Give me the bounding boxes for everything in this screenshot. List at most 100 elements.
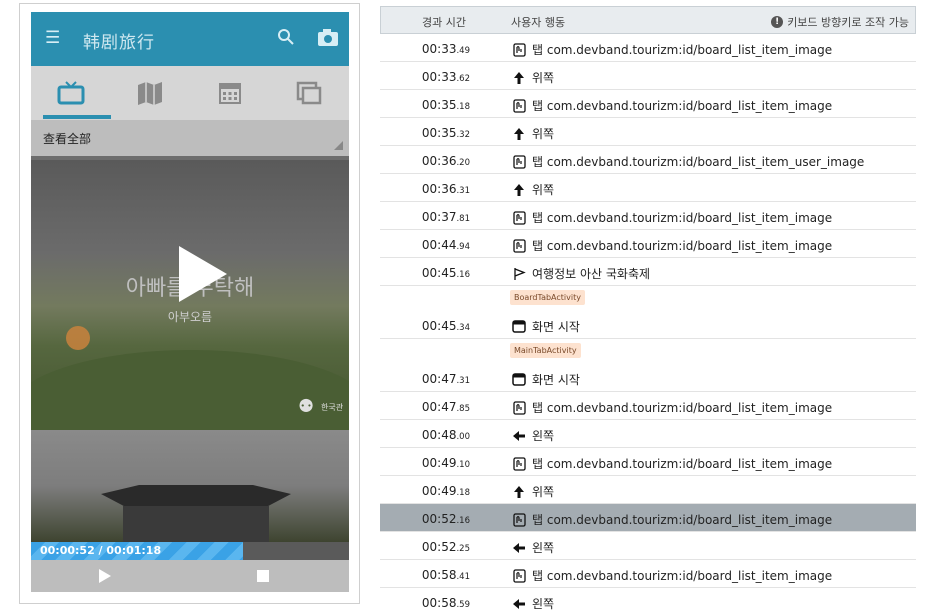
action-cell: 여행정보 아산 국화축제 [512,265,650,282]
travel-card[interactable] [31,430,349,546]
action-text: 위쪽 [532,127,555,141]
elapsed-time: 00:33.62 [380,70,470,84]
elapsed-time-seconds: 00:48 [421,428,457,442]
log-row[interactable]: 00:44.94 탭 com.devband.tourizm:id/board_l… [380,230,916,258]
action-cell: 왼쪽 [512,539,554,556]
tap-icon [512,238,526,253]
log-row[interactable]: 00:36.20 탭 com.devband.tourizm:id/board_l… [380,146,916,174]
tap-icon [512,400,526,415]
tap-icon [512,154,526,169]
action-text: 위쪽 [532,71,555,85]
log-row[interactable]: 00:37.81 탭 com.devband.tourizm:id/board_l… [380,202,916,230]
log-row[interactable]: 00:49.10 탭 com.devband.tourizm:id/board_l… [380,448,916,476]
stop-button[interactable] [257,570,269,582]
elapsed-time: 00:52.16 [380,512,470,526]
elapsed-time-seconds: 00:33 [421,42,457,56]
elapsed-time-fraction: .94 [456,242,470,252]
tourism-logo-icon: ⚉ [298,396,315,417]
tab-gallery[interactable] [270,66,350,120]
action-cell: 탭 com.devband.tourizm:id/board_list_item… [512,237,832,254]
log-row[interactable]: 00:58.41 탭 com.devband.tourizm:id/board_l… [380,560,916,588]
log-row[interactable]: 00:33.49 탭 com.devband.tourizm:id/board_l… [380,34,916,62]
elapsed-time: 00:44.94 [380,238,470,252]
log-row[interactable]: 00:45.16 여행정보 아산 국화축제 [380,258,916,286]
playback-time: 00:00:52 / 00:01:18 [40,544,162,557]
elapsed-time-seconds: 00:52 [421,540,457,554]
elapsed-time: 00:47.85 [380,400,470,414]
log-row[interactable]: 00:47.85 탭 com.devband.tourizm:id/board_l… [380,392,916,420]
action-text: 화면 시작 [532,320,580,334]
elapsed-time-fraction: .32 [456,130,470,140]
elapsed-time-fraction: .18 [456,488,470,498]
app-header: ☰ 韩剧旅行 [31,12,349,66]
action-cell: 탭 com.devband.tourizm:id/board_list_item… [512,153,864,170]
arrow-left-icon [512,429,526,443]
elapsed-time: 00:49.10 [380,456,470,470]
tap-icon [512,568,526,583]
elapsed-time-seconds: 00:45 [421,266,457,280]
log-row[interactable]: 00:35.18 탭 com.devband.tourizm:id/board_l… [380,90,916,118]
log-row[interactable]: 00:36.31 위쪽 [380,174,916,202]
tab-tv[interactable] [31,66,111,120]
elapsed-time-fraction: .20 [456,158,470,168]
log-header: 경과 시간 사용자 행동 ! 키보드 방향키로 조작 가능 [380,6,916,34]
log-row[interactable]: 00:45.34 화면 시작 [380,311,916,339]
log-row[interactable]: 00:58.59 왼쪽 [380,588,916,610]
elapsed-time: 00:33.49 [380,42,470,56]
log-row[interactable]: 00:33.62 위쪽 [380,62,916,90]
tap-icon [512,210,526,225]
action-cell: 위쪽 [512,483,554,500]
log-row[interactable]: 00:35.32 위쪽 [380,118,916,146]
elapsed-time-seconds: 00:37 [421,210,457,224]
elapsed-time: 00:47.31 [380,372,470,386]
log-row[interactable]: 00:47.31 화면 시작 [380,364,916,392]
play-overlay-icon[interactable] [179,246,227,302]
elapsed-time: 00:49.18 [380,484,470,498]
activity-tag-row[interactable]: MainTabActivity [380,339,916,364]
action-text: 탭 com.devband.tourizm:id/board_list_item… [532,43,833,57]
elapsed-time-fraction: .34 [456,323,470,333]
log-row[interactable]: 00:52.25 왼쪽 [380,532,916,560]
filter-label: 查看全部 [43,132,92,146]
activity-tag-row[interactable]: BoardTabActivity [380,286,916,311]
tab-calendar[interactable] [190,66,270,120]
elapsed-time-fraction: .31 [456,376,470,386]
arrow-left-icon [512,597,526,610]
log-row[interactable]: 00:48.00 왼쪽 [380,420,916,448]
elapsed-time-fraction: .41 [456,572,470,582]
elapsed-time-seconds: 00:35 [421,98,457,112]
action-cell: 왼쪽 [512,427,554,444]
screen-icon [512,373,526,387]
elapsed-time-fraction: .16 [456,516,470,526]
action-cell: 탭 com.devband.tourizm:id/board_list_item… [512,511,832,528]
action-text: 왼쪽 [532,597,555,610]
elapsed-time-seconds: 00:36 [421,182,457,196]
app-title: 韩剧旅行 [83,33,155,53]
action-cell: 화면 시작 [512,371,580,388]
action-text: 탭 com.devband.tourizm:id/board_list_item… [532,239,833,253]
filter-dropdown[interactable]: 查看全部 [31,120,349,156]
column-header-time: 경과 시간 [422,16,466,29]
video-progress-bar[interactable]: 00:00:52 / 00:01:18 [31,542,349,560]
log-row-selected[interactable]: 00:52.16 탭 com.devband.tourizm:id/board_l… [380,504,916,532]
elapsed-time-seconds: 00:58 [421,568,457,582]
action-text: 왼쪽 [532,429,555,443]
action-text: 위쪽 [532,485,555,499]
tab-map[interactable] [111,66,191,120]
elapsed-time-seconds: 00:44 [421,238,457,252]
phone-screen[interactable]: ☰ 韩剧旅行 查看全部 아빠를 부탁해 아부오름 ⚉ 한국관 00:00:52 … [31,12,349,592]
action-text: 탭 com.devband.tourizm:id/board_list_item… [532,211,833,225]
arrow-up-icon [512,485,526,499]
elapsed-time: 00:58.59 [380,596,470,610]
elapsed-time: 00:45.34 [380,319,470,333]
elapsed-time-seconds: 00:45 [421,319,457,333]
action-text: 여행정보 아산 국화축제 [532,267,651,281]
elapsed-time: 00:45.16 [380,266,470,280]
action-cell: 위쪽 [512,125,554,142]
log-row[interactable]: 00:49.18 위쪽 [380,476,916,504]
action-text: 탭 com.devband.tourizm:id/board_list_item… [532,569,833,583]
touch-indicator [66,326,90,350]
play-button[interactable] [99,569,111,583]
screen-icon [512,320,526,334]
elapsed-time: 00:48.00 [380,428,470,442]
